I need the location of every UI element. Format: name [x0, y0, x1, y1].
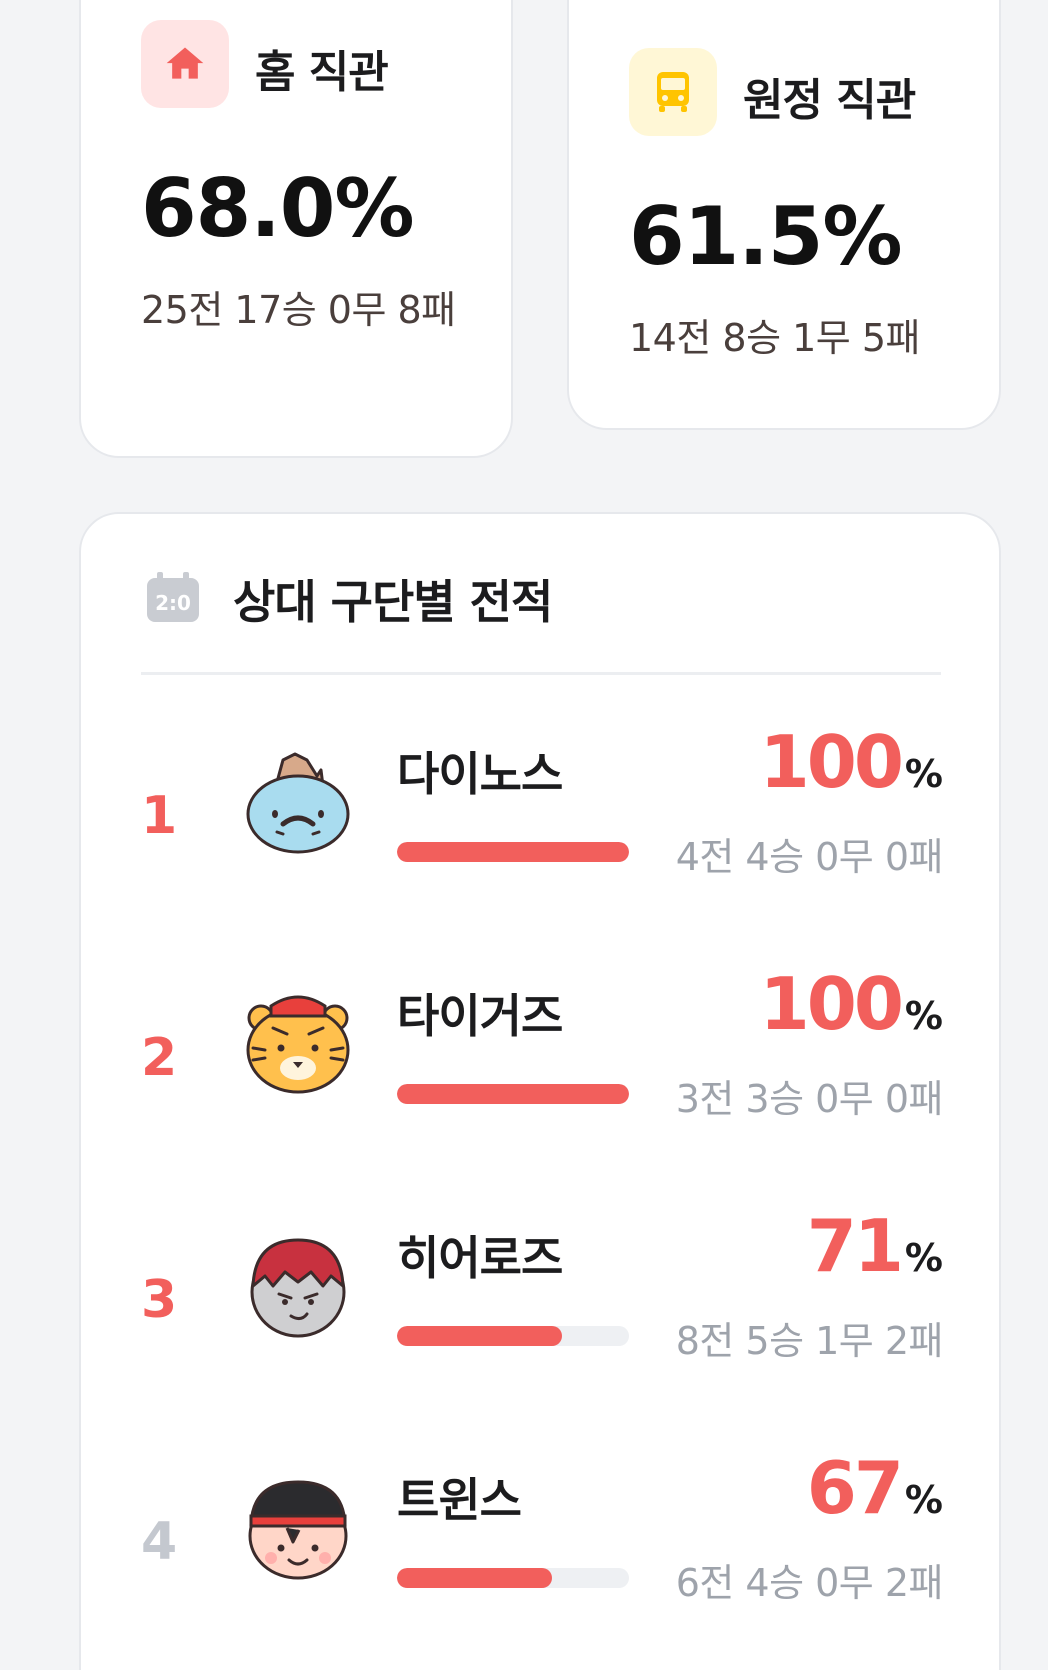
opponent-record-card: 2:0 상대 구단별 전적 1 다이노스 100% 4전 4승 0무 0패 2 — [79, 512, 1001, 1670]
home-stat-card[interactable]: 홈 직관 68.0% 25전 17승 0무 8패 — [79, 0, 513, 458]
win-rate-bar — [397, 1326, 629, 1346]
win-rate-bar-fill — [397, 842, 629, 862]
rank-number: 1 — [141, 786, 178, 846]
win-rate-value: 67 — [806, 1446, 904, 1530]
team-name: 히어로즈 — [397, 1231, 563, 1285]
win-rate-value: 71 — [806, 1204, 904, 1288]
win-rate-bar — [397, 1084, 629, 1104]
team-name: 트윈스 — [397, 1473, 522, 1527]
percent-unit: % — [904, 994, 943, 1038]
win-loss-record: 4전 4승 0무 0패 — [675, 835, 944, 879]
win-rate-value: 100 — [759, 720, 904, 804]
team-name: 타이거즈 — [397, 989, 563, 1043]
opponent-row[interactable]: 3 히어로즈 71% 8전 5승 1무 2패 — [81, 1204, 1003, 1422]
opponent-row[interactable]: 2 타이거즈 100% 3전 3승 0무 0패 — [81, 962, 1003, 1180]
percent-unit: % — [904, 752, 943, 796]
home-win-rate: 68.0% — [141, 162, 415, 255]
bus-icon — [629, 48, 717, 136]
percent-unit: % — [904, 1236, 943, 1280]
win-rate-bar-fill — [397, 1084, 629, 1104]
win-loss-record: 8전 5승 1무 2패 — [675, 1319, 944, 1363]
win-rate-percent: 100% — [760, 962, 943, 1046]
team-name: 다이노스 — [397, 747, 563, 801]
dinosaur-mascot-icon — [243, 746, 353, 856]
tiger-mascot-icon — [243, 988, 353, 1098]
home-record: 25전 17승 0무 8패 — [141, 288, 456, 332]
opponent-row[interactable]: 1 다이노스 100% 4전 4승 0무 0패 — [81, 720, 1003, 938]
section-title: 상대 구단별 전적 — [233, 575, 553, 629]
scoreboard-icon: 2:0 — [145, 572, 201, 624]
home-icon — [141, 20, 229, 108]
win-loss-record: 3전 3승 0무 0패 — [675, 1077, 944, 1121]
win-rate-bar-fill — [397, 1326, 562, 1346]
svg-text:2:0: 2:0 — [155, 591, 191, 615]
win-rate-value: 100 — [759, 962, 904, 1046]
win-rate-bar-fill — [397, 1568, 553, 1588]
opponent-row[interactable]: 4 트윈스 67% 6전 4승 0무 2패 — [81, 1446, 1003, 1664]
rank-number: 2 — [141, 1028, 178, 1088]
win-rate-percent: 71% — [807, 1204, 943, 1288]
away-record: 14전 8승 1무 5패 — [629, 316, 920, 360]
win-rate-bar — [397, 842, 629, 862]
rank-number: 3 — [141, 1270, 178, 1330]
divider — [141, 672, 941, 675]
away-title: 원정 직관 — [743, 75, 916, 126]
win-rate-bar — [397, 1568, 629, 1588]
hero-mascot-icon — [243, 1230, 353, 1340]
away-stat-card[interactable]: 원정 직관 61.5% 14전 8승 1무 5패 — [567, 0, 1001, 430]
home-title: 홈 직관 — [255, 47, 389, 98]
percent-unit: % — [904, 1478, 943, 1522]
twins-mascot-icon — [243, 1472, 353, 1582]
win-rate-percent: 100% — [760, 720, 943, 804]
win-rate-percent: 67% — [807, 1446, 943, 1530]
rank-number: 4 — [141, 1512, 178, 1572]
win-loss-record: 6전 4승 0무 2패 — [675, 1561, 944, 1605]
away-win-rate: 61.5% — [629, 190, 903, 283]
